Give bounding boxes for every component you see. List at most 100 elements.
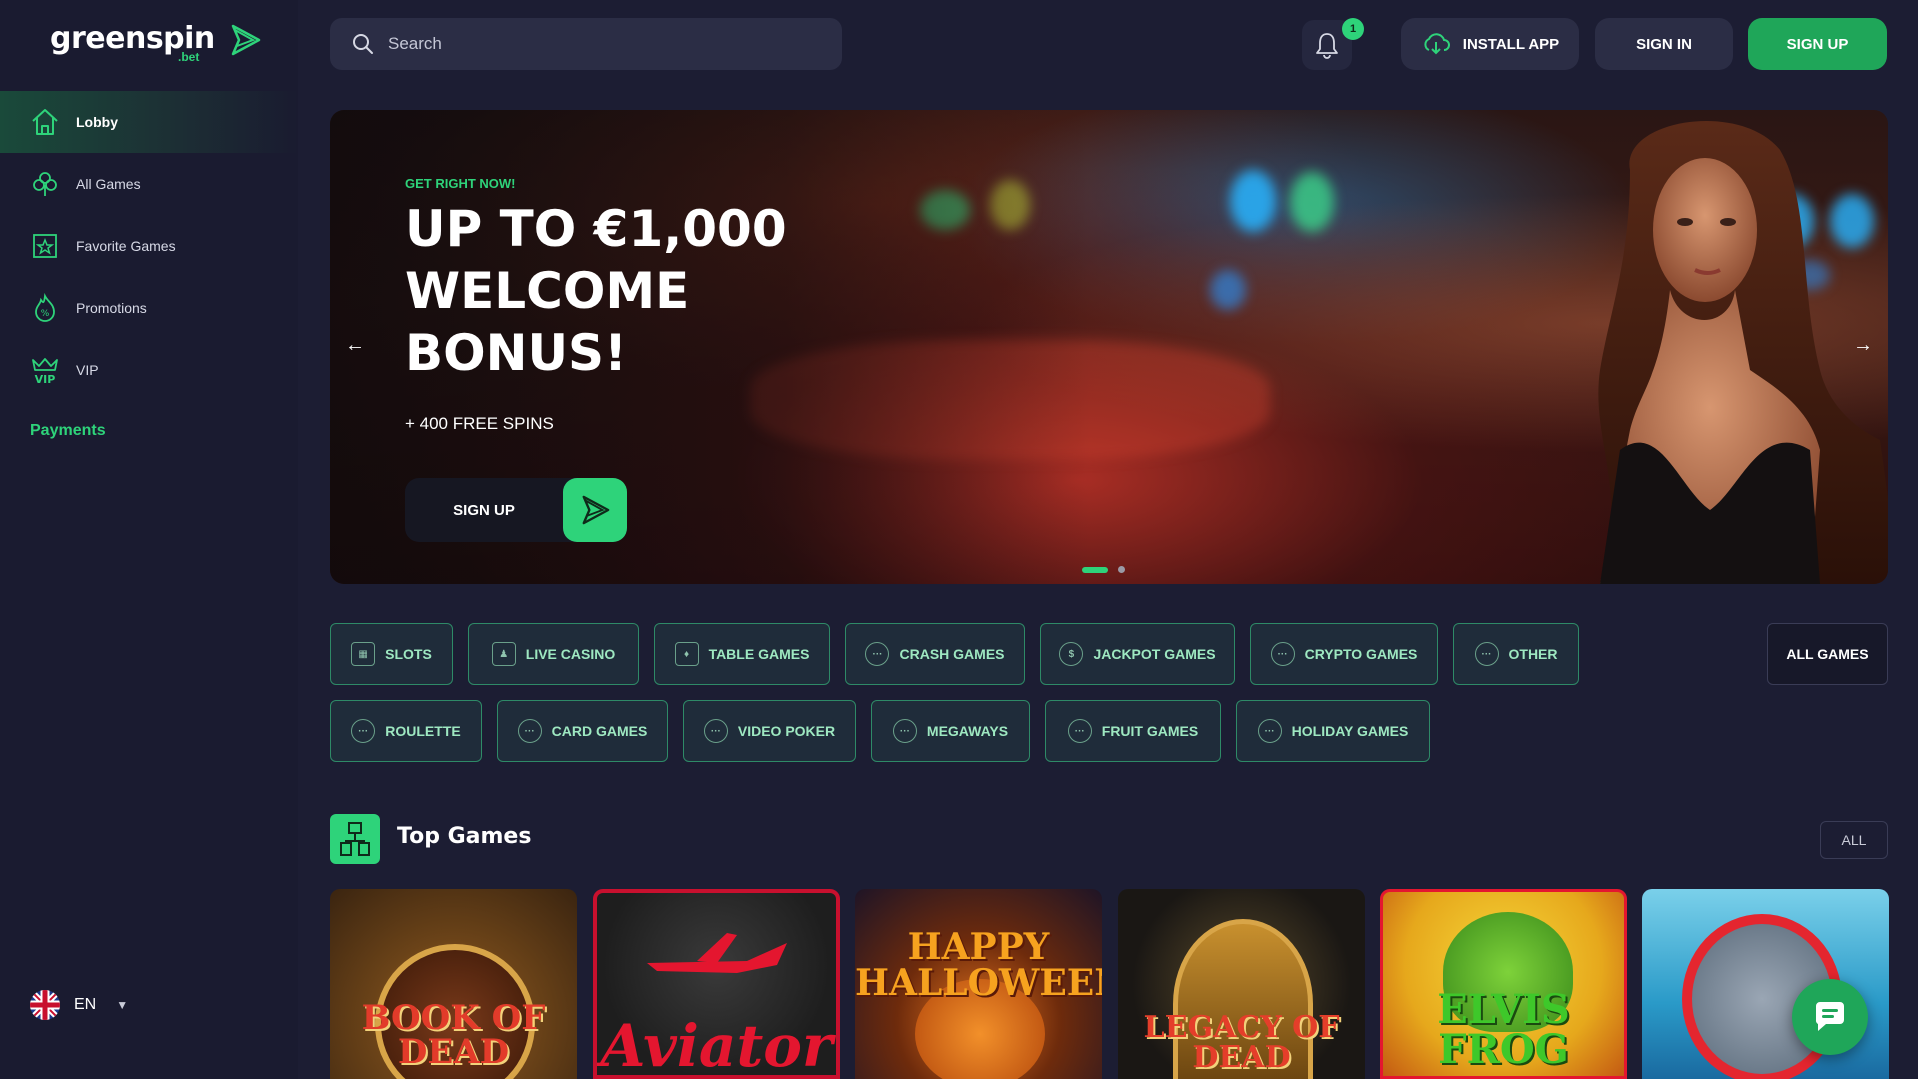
category-megaways[interactable]: ··· MEGAWAYS: [871, 700, 1030, 762]
category-label: MEGAWAYS: [926, 723, 1009, 739]
search-input[interactable]: Search: [330, 18, 842, 70]
banner-signup-label: SIGN UP: [453, 501, 515, 519]
more-dots-icon: ···: [703, 719, 728, 743]
promo-banner[interactable]: GET RIGHT NOW! UP TO €1,000 WELCOME BONU…: [330, 110, 1888, 584]
category-fruit-games[interactable]: ··· FRUIT GAMES: [1045, 700, 1221, 762]
search-placeholder: Search: [388, 34, 442, 53]
banner-signup-button[interactable]: SIGN UP: [405, 478, 627, 542]
slide-dot-active[interactable]: [1082, 566, 1108, 573]
dealer-icon: ♟: [491, 642, 516, 666]
svg-text:%: %: [41, 309, 50, 319]
sidebar-item-label: Promotions: [76, 300, 147, 316]
chevron-down-icon: ▼: [116, 998, 129, 1012]
banner-headline: UP TO €1,000 WELCOME BONUS!: [405, 200, 787, 382]
game-title: BOOK OF DEAD: [361, 998, 546, 1072]
category-label: SLOTS: [385, 646, 432, 662]
sign-in-button[interactable]: SIGN IN: [1595, 18, 1733, 70]
cloud-download-icon: [1421, 32, 1451, 56]
money-bag-icon: $: [1059, 642, 1084, 666]
game-card-happy-halloween[interactable]: HAPPY HALLOWEEN: [855, 889, 1102, 1079]
top-games-icon: [330, 814, 380, 864]
vip-crown-icon: VIP: [30, 355, 60, 385]
game-title: ELVIS FROG: [1437, 986, 1570, 1073]
home-icon: [30, 107, 60, 137]
bell-icon: [1316, 33, 1338, 59]
category-label: OTHER: [1508, 646, 1558, 662]
game-card-shark[interactable]: [1642, 889, 1889, 1079]
category-other[interactable]: ··· OTHER: [1453, 623, 1579, 685]
banner-subtitle: + 400 FREE SPINS: [405, 414, 554, 433]
game-title: LEGACY OF DEAD: [1143, 1010, 1340, 1075]
install-app-label: INSTALL APP: [1462, 35, 1560, 53]
category-label: LIVE CASINO: [525, 646, 616, 662]
category-table-games[interactable]: ♦ TABLE GAMES: [654, 623, 830, 685]
chat-bubble-icon: [1815, 1002, 1844, 1031]
category-label: CARD GAMES: [551, 723, 648, 739]
hostess-figure: [1598, 121, 1888, 584]
sidebar-item-label: Lobby: [76, 114, 118, 130]
sidebar-item-all-games[interactable]: All Games: [0, 153, 298, 215]
all-games-button[interactable]: ALL GAMES: [1767, 623, 1888, 685]
sign-up-button[interactable]: SIGN UP: [1748, 18, 1887, 70]
top-games-title: Top Games: [397, 824, 532, 849]
sidebar-item-label: Favorite Games: [76, 238, 176, 254]
category-label: FRUIT GAMES: [1101, 723, 1199, 739]
sidebar-item-label: VIP: [76, 362, 99, 378]
slot-machine-icon: ▦: [351, 642, 376, 666]
brand-leaf-icon: [563, 478, 627, 542]
more-dots-icon: ···: [351, 719, 376, 743]
svg-text:VIP: VIP: [35, 373, 56, 385]
uk-flag-icon: [30, 990, 60, 1020]
category-crypto-games[interactable]: ··· CRYPTO GAMES: [1250, 623, 1438, 685]
banner-prev-arrow[interactable]: ←: [340, 330, 370, 360]
category-label: ROULETTE: [385, 723, 461, 739]
install-app-button[interactable]: INSTALL APP: [1401, 18, 1579, 70]
sidebar-item-favorite-games[interactable]: Favorite Games: [0, 215, 298, 277]
card-icon: ♦: [674, 642, 699, 666]
category-label: CRASH GAMES: [899, 646, 1005, 662]
more-dots-icon: ···: [1257, 719, 1282, 743]
more-dots-icon: ···: [1270, 642, 1295, 666]
category-roulette[interactable]: ··· ROULETTE: [330, 700, 482, 762]
category-jackpot-games[interactable]: $ JACKPOT GAMES: [1040, 623, 1235, 685]
more-dots-icon: ···: [1474, 642, 1499, 666]
sidebar-item-vip[interactable]: VIP VIP: [0, 339, 298, 401]
sidebar-item-promotions[interactable]: % Promotions: [0, 277, 298, 339]
brand-logo[interactable]: greenspin .bet: [50, 22, 261, 66]
top-games-all-button[interactable]: ALL: [1820, 821, 1888, 859]
category-video-poker[interactable]: ··· VIDEO POKER: [683, 700, 856, 762]
search-icon: [352, 33, 374, 55]
star-badge-icon: [30, 231, 60, 261]
slide-dot[interactable]: [1118, 566, 1125, 573]
airplane-icon: [647, 933, 787, 973]
more-dots-icon: ···: [865, 642, 890, 666]
more-dots-icon: ···: [517, 719, 542, 743]
sidebar-item-label: All Games: [76, 176, 141, 192]
game-title: HAPPY HALLOWEEN: [855, 926, 1102, 1004]
game-card-legacy-of-dead[interactable]: LEGACY OF DEAD: [1118, 889, 1365, 1079]
category-crash-games[interactable]: ··· CRASH GAMES: [845, 623, 1025, 685]
game-card-aviator[interactable]: Aviator: [593, 889, 840, 1079]
game-card-elvis-frog[interactable]: ELVIS FROG: [1380, 889, 1627, 1079]
category-label: JACKPOT GAMES: [1093, 646, 1216, 662]
category-live-casino[interactable]: ♟ LIVE CASINO: [468, 623, 639, 685]
flame-icon: %: [30, 293, 60, 323]
clover-icon: [30, 169, 60, 199]
sidebar-item-lobby[interactable]: Lobby: [0, 91, 298, 153]
live-chat-button[interactable]: [1792, 979, 1868, 1055]
payments-link[interactable]: Payments: [30, 422, 106, 440]
category-label: TABLE GAMES: [708, 646, 810, 662]
category-label: CRYPTO GAMES: [1304, 646, 1418, 662]
category-card-games[interactable]: ··· CARD GAMES: [497, 700, 668, 762]
brand-leaf-icon: [231, 24, 261, 56]
game-title: Aviator: [600, 1012, 833, 1079]
game-card-book-of-dead[interactable]: BOOK OF DEAD: [330, 889, 577, 1079]
notification-badge: 1: [1342, 18, 1364, 40]
sidebar: greenspin .bet Lobby All Games Favorite …: [0, 0, 298, 1079]
category-slots[interactable]: ▦ SLOTS: [330, 623, 453, 685]
banner-next-arrow[interactable]: →: [1848, 330, 1878, 360]
language-selector[interactable]: EN ▼: [30, 990, 128, 1020]
banner-pagination: [1082, 566, 1125, 573]
category-holiday-games[interactable]: ··· HOLIDAY GAMES: [1236, 700, 1430, 762]
language-code: EN: [74, 996, 97, 1013]
